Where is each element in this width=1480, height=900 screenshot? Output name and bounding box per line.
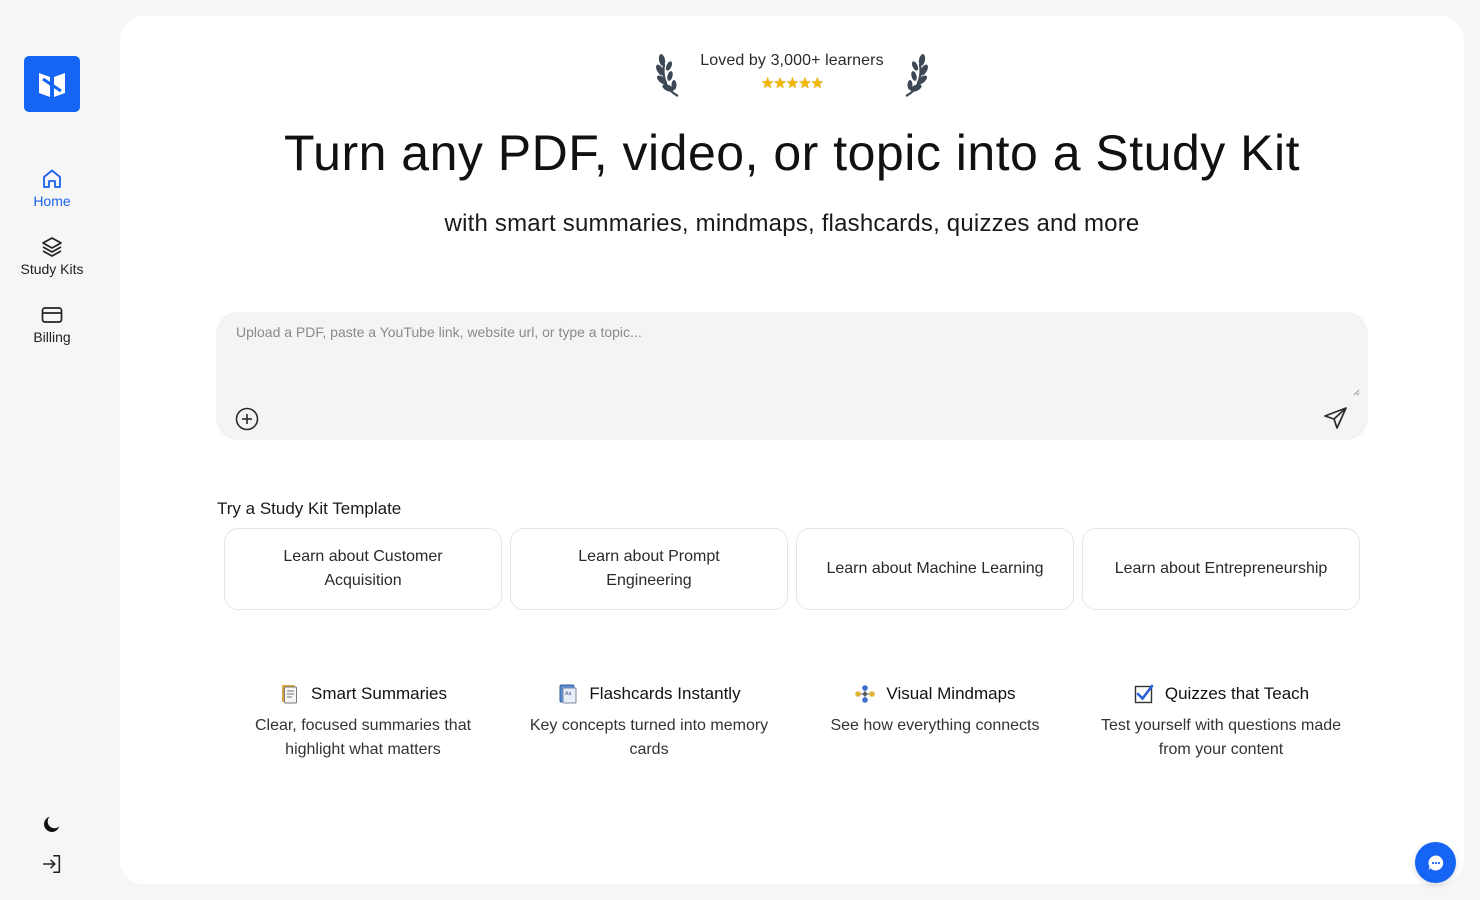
badge-text: Loved by 3,000+ learners [700,52,884,69]
feature-desc: See how everything connects [830,717,1040,734]
template-label: Learn about Machine Learning [826,560,1044,577]
moon-icon [44,816,60,832]
feature-list: Smart Summaries Clear, focused summaries… [224,680,1360,780]
plus-circle-icon [235,407,259,431]
template-list: Learn about Customer Acquisition Learn a… [224,528,1360,610]
page-subtitle: with smart summaries, mindmaps, flashcar… [444,210,1140,237]
home-icon [43,169,61,188]
template-card[interactable]: Learn about Entrepreneurship [1082,528,1360,610]
document-icon [279,683,301,705]
chat-bubble-icon [1427,855,1443,870]
template-card[interactable]: Learn about Machine Learning [796,528,1074,610]
checkbox-icon [1133,683,1155,705]
sidebar-item-label: Billing [33,329,71,345]
feature-item: Quizzes that Teach Test yourself with qu… [1082,680,1360,762]
feature-desc: Clear, focused summaries that highlight … [254,717,472,758]
credit-card-icon [41,307,63,323]
template-label: Learn about Prompt Engineering [578,548,720,589]
mindmap-icon [854,683,876,705]
layers-icon [42,237,62,257]
feature-title: Flashcards Instantly [589,684,741,703]
resize-grip-icon[interactable] [1352,388,1360,396]
app-logo[interactable] [24,56,80,112]
sidebar-item-label: Home [33,193,71,209]
sidebar-item-home[interactable]: Home [0,167,104,209]
feature-title: Smart Summaries [310,684,448,703]
prompt-input-box [216,312,1368,440]
main-content: Loved by 3,000+ learners ★★★★★ Turn any … [120,16,1464,884]
sidebar: Home Study Kits Billing [0,0,104,900]
prompt-input[interactable] [236,324,1360,400]
send-button[interactable] [1322,404,1350,432]
templates-heading: Try a Study Kit Template [217,499,402,518]
sidebar-item-billing[interactable]: Billing [0,303,104,345]
laurel-icon [905,54,928,97]
svg-text:Aa: Aa [565,691,571,697]
rating-stars: ★★★★★ [760,75,824,92]
feature-title: Quizzes that Teach [1164,684,1310,703]
feature-desc: Test yourself with questions made from y… [1100,717,1342,758]
template-label: Learn about Customer Acquisition [283,548,443,589]
flashcard-icon: Aa [557,683,579,705]
social-proof-badge: Loved by 3,000+ learners ★★★★★ [656,44,928,100]
sidebar-item-label: Study Kits [20,261,84,277]
sign-in-button[interactable] [40,852,64,876]
template-card[interactable]: Learn about Prompt Engineering [510,528,788,610]
page-title: Turn any PDF, video, or topic into a Stu… [283,125,1301,181]
theme-toggle-button[interactable] [40,812,64,836]
add-attachment-button[interactable] [234,406,260,432]
send-icon [1324,407,1347,429]
sidebar-item-study-kits[interactable]: Study Kits [0,235,104,277]
chat-support-button[interactable] [1415,842,1456,883]
logo-icon [39,73,65,97]
template-label: Learn about Entrepreneurship [1114,560,1328,577]
feature-item: Visual Mindmaps See how everything conne… [796,680,1074,738]
feature-item: Aa Flashcards Instantly Key concepts tur… [510,680,788,762]
sign-in-icon [42,854,61,874]
feature-title: Visual Mindmaps [886,684,1016,703]
template-card[interactable]: Learn about Customer Acquisition [224,528,502,610]
feature-item: Smart Summaries Clear, focused summaries… [224,680,502,762]
feature-desc: Key concepts turned into memory cards [529,717,769,758]
